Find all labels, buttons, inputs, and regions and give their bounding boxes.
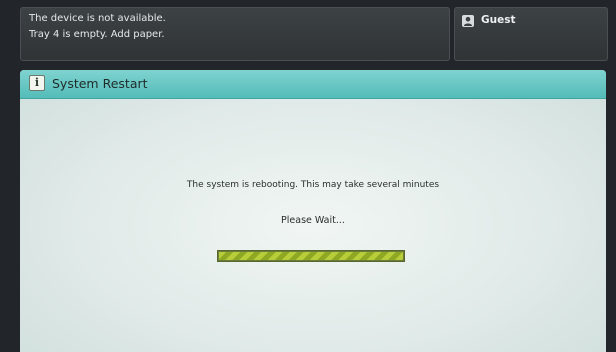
user-label: Guest [481, 14, 516, 26]
progress-bar [217, 250, 405, 262]
device-screen: The device is not available. Tray 4 is e… [0, 0, 616, 352]
system-restart-dialog: i System Restart The system is rebooting… [20, 70, 606, 352]
progress-bar-fill [219, 252, 403, 260]
user-icon [462, 15, 474, 27]
reboot-message: The system is rebooting. This may take s… [186, 180, 440, 190]
status-message-line-1: The device is not available. [29, 13, 166, 24]
status-message-line-2: Tray 4 is empty. Add paper. [29, 29, 165, 40]
dialog-header: i System Restart [20, 70, 606, 99]
status-message-area[interactable]: The device is not available. Tray 4 is e… [20, 7, 450, 61]
info-icon: i [29, 75, 45, 91]
login-button[interactable]: Guest [454, 7, 608, 61]
dialog-title: System Restart [52, 76, 148, 91]
please-wait-text: Please Wait... [281, 215, 345, 226]
